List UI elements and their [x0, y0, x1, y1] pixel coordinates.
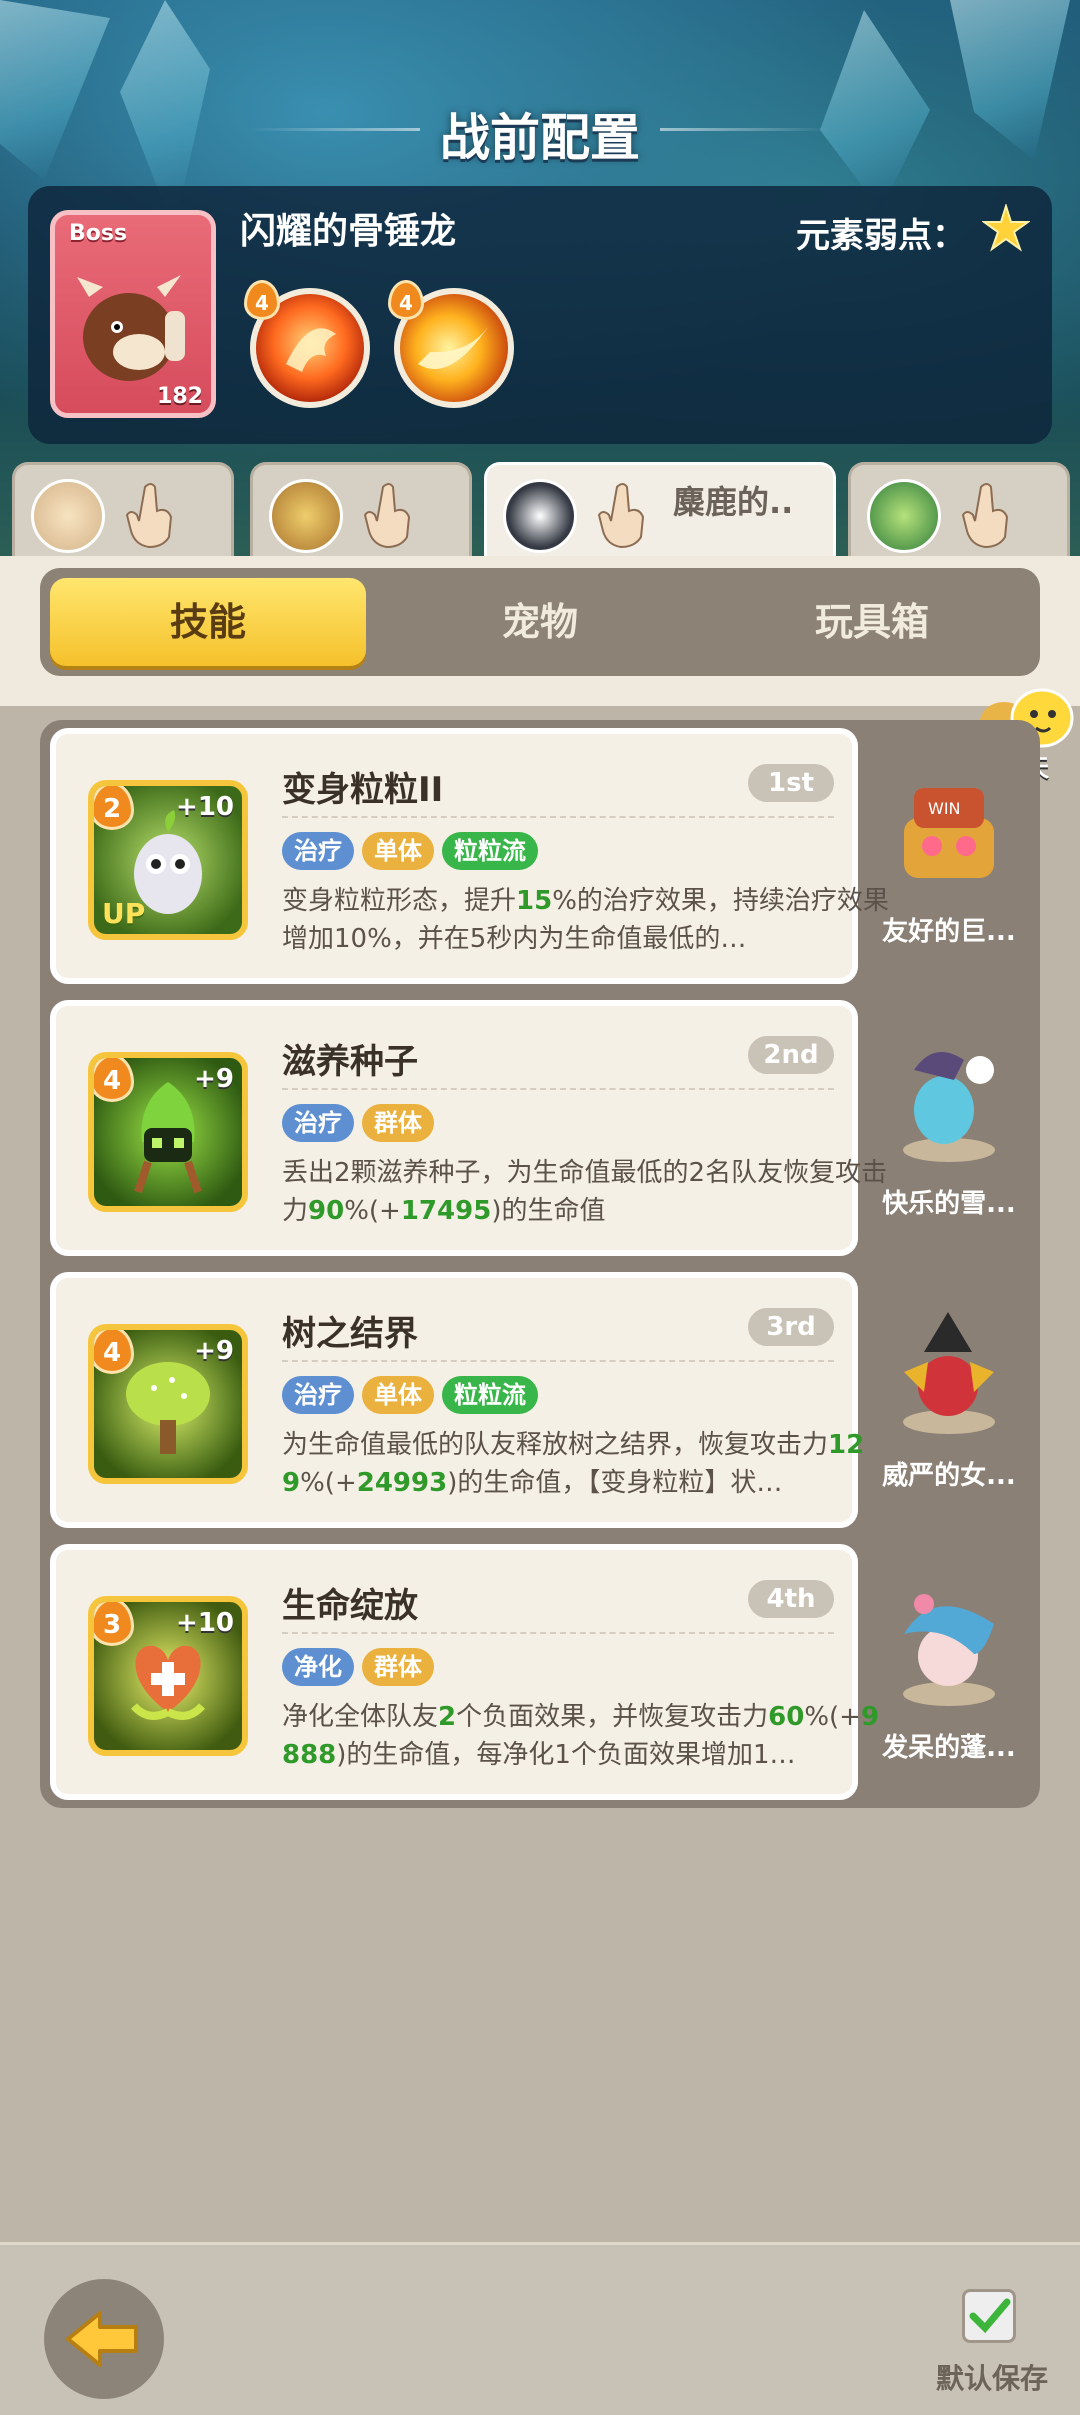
pet-turtle-icon [867, 479, 941, 553]
tag-single: 单体 [362, 832, 434, 870]
boss-level: 182 [157, 384, 203, 409]
skill-name: 树之结界 [282, 1314, 418, 1354]
skill-card[interactable]: 2 +10 UP 变身粒粒II 1st 治疗 单体 粒粒流 变身粒粒形态，提升15%… [50, 728, 889, 984]
skill-rank-badge: 4th [748, 1580, 834, 1618]
boss-card[interactable]: Boss 182 [50, 210, 216, 418]
tab-pets[interactable]: 宠物 [382, 578, 698, 666]
star-icon [982, 204, 1030, 252]
page-title: 战前配置 [440, 109, 640, 167]
skill-plus-level: +10 [176, 1608, 234, 1638]
back-button[interactable] [44, 2279, 164, 2399]
skill-rank-badge: 1st [748, 764, 834, 802]
pet-fluffy-icon [903, 1594, 995, 1706]
tab-toys[interactable]: 玩具箱 [714, 578, 1030, 666]
tap-hand-icon [363, 483, 411, 549]
tag-heal: 治疗 [282, 832, 354, 870]
pet-panda-icon [503, 479, 577, 553]
bottom-bar: 默认保存 [0, 2242, 1080, 2415]
assigned-pet-name: 发呆的蓬... [882, 1733, 1016, 1763]
assigned-pet-name: 友好的巨... [882, 917, 1016, 947]
pet-snow-icon [903, 1052, 995, 1162]
boss-name: 闪耀的骨锤龙 [240, 211, 457, 252]
skill-plus-level: +9 [194, 1064, 234, 1094]
skill-description: 变身粒粒形态，提升15%的治疗效果，持续治疗效果增加10%，并在5秒内为生命值最… [282, 886, 889, 954]
tag-single: 单体 [362, 1376, 434, 1414]
skill-description: 为生命值最低的队友释放树之结界，恢复攻击力129%(+24993)的生命值，【变… [282, 1430, 865, 1498]
assigned-pet[interactable]: 快乐的雪... [860, 1000, 1038, 1248]
divider [282, 1088, 834, 1090]
divider [282, 816, 834, 818]
boss-tag: Boss [69, 221, 128, 246]
skill-tags: 治疗 单体 粒粒流 [282, 1376, 546, 1416]
skill-name: 滋养种子 [282, 1042, 418, 1082]
skill-icon: 4 +9 [88, 1052, 248, 1212]
assigned-pet[interactable]: 威严的女... [860, 1272, 1038, 1520]
tag-heal: 治疗 [282, 1104, 354, 1142]
boss-skill-fire-phoenix[interactable]: 4 [244, 280, 370, 408]
skill-icon: 2 +10 UP [88, 780, 248, 940]
skill-card[interactable]: 4 +9 滋养种子 2nd 治疗 群体 丢出2颗滋养种子，为生命值最低的2名队友恢… [50, 1000, 887, 1256]
default-save-checkbox[interactable] [962, 2289, 1016, 2343]
skill-icon: 3 +10 [88, 1596, 248, 1756]
team-tabs: 麋鹿的.. [0, 462, 1080, 562]
tag-group: 群体 [362, 1648, 434, 1686]
tag-group: 群体 [362, 1104, 434, 1142]
team-tab-name: 麋鹿的.. [673, 483, 794, 521]
weakness-label: 元素弱点： [796, 216, 966, 256]
pet-robot-icon: WIN [904, 788, 994, 878]
pet-owl-icon [269, 479, 343, 553]
svg-text:WIN: WIN [928, 799, 961, 818]
team-tab-3[interactable]: 麋鹿的.. [484, 462, 836, 558]
skill-rank-badge: 2nd [748, 1036, 834, 1074]
segment-control: 技能 宠物 玩具箱 [40, 568, 1040, 676]
skill-level-badge: 4 [388, 280, 424, 320]
skill-plus-level: +9 [194, 1336, 234, 1366]
skill-icon: 4 +9 [88, 1324, 248, 1484]
skill-name: 变身粒粒II [282, 770, 444, 810]
tap-hand-icon [961, 483, 1009, 549]
divider [282, 1632, 834, 1634]
boss-skill-flame-slash[interactable]: 4 [388, 280, 514, 408]
team-tab-1[interactable] [12, 462, 234, 558]
default-save-label: 默认保存 [936, 2362, 1049, 2395]
assigned-pet[interactable]: 发呆的蓬... [860, 1544, 1038, 1792]
pet-cat-icon [31, 479, 105, 553]
skill-rank-badge: 3rd [748, 1308, 834, 1346]
skill-plus-level: +10 [176, 792, 234, 822]
boss-info-panel: Boss 182 闪耀的骨锤龙 元素弱点： 4 4 [28, 186, 1052, 444]
skill-tags: 治疗 群体 [282, 1104, 442, 1144]
upgrade-badge: UP [102, 897, 146, 930]
checkmark-icon [969, 2298, 1011, 2334]
skill-tags: 净化 群体 [282, 1648, 442, 1688]
assigned-pet-name: 威严的女... [882, 1461, 1016, 1491]
back-arrow-icon [66, 2311, 138, 2367]
bone-hammer-dragon-icon [77, 275, 185, 381]
tap-hand-icon [125, 483, 173, 549]
team-tab-2[interactable] [250, 462, 472, 558]
tag-heal: 治疗 [282, 1376, 354, 1414]
skill-description: 丢出2颗滋养种子，为生命值最低的2名队友恢复攻击力90%(+17495)的生命值 [282, 1158, 888, 1226]
tap-hand-icon [597, 483, 645, 549]
skill-card[interactable]: 4 +9 树之结界 3rd 治疗 单体 粒粒流 为生命值最低的队友释放树之结界，恢复… [50, 1272, 864, 1528]
tag-purify: 净化 [282, 1648, 354, 1686]
skill-name: 生命绽放 [282, 1586, 418, 1626]
tab-skills[interactable]: 技能 [50, 578, 366, 666]
skill-description: 净化全体队友2个负面效果，并恢复攻击力60%(+9888)的生命值，每净化1个负… [282, 1702, 880, 1770]
tag-lili: 粒粒流 [442, 832, 538, 870]
skill-level-badge: 4 [244, 280, 280, 320]
skill-list: 2 +10 UP 变身粒粒II 1st 治疗 单体 粒粒流 变身粒粒形态，提升15%… [40, 720, 1040, 1808]
skill-tags: 治疗 单体 粒粒流 [282, 832, 546, 872]
divider [282, 1360, 834, 1362]
skill-card[interactable]: 3 +10 生命绽放 4th 净化 群体 净化全体队友2个负面效果，并恢复攻击力6… [50, 1544, 879, 1800]
assigned-pet-name: 快乐的雪... [882, 1189, 1016, 1219]
team-tab-4[interactable] [848, 462, 1070, 558]
assigned-pet[interactable]: WIN 友好的巨... [860, 728, 1038, 976]
tag-lili: 粒粒流 [442, 1376, 538, 1414]
pet-dragon-icon [903, 1312, 995, 1434]
